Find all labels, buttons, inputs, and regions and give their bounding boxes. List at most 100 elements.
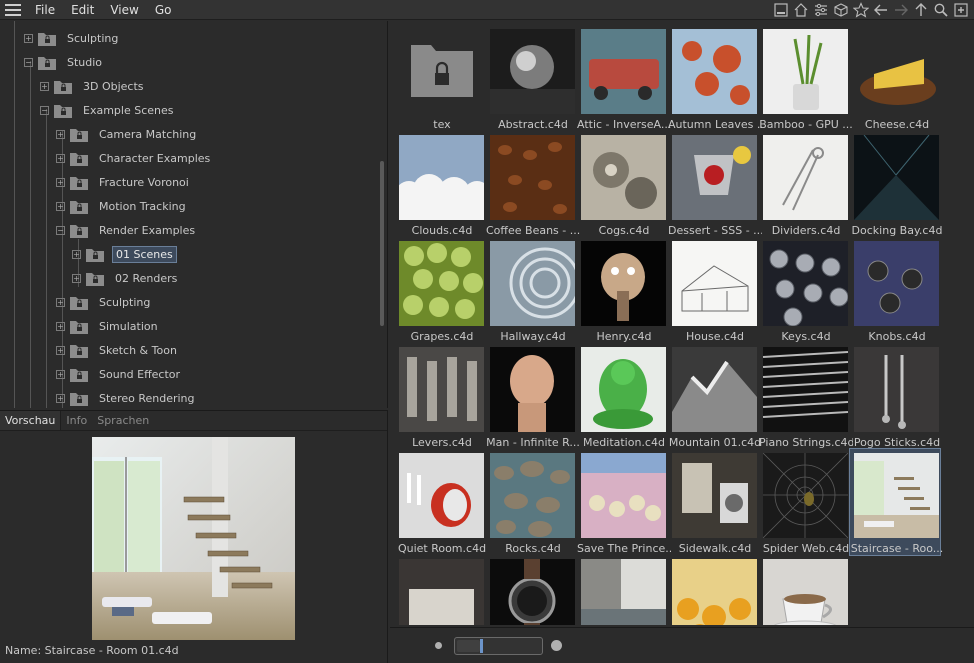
grid-asset-item[interactable]: Grapes.c4d [395,237,485,343]
tree-scroll-thumb[interactable] [380,161,384,326]
grid-asset-item[interactable] [577,555,667,625]
tree-item[interactable]: +01 Scenes [72,243,177,265]
grid-asset-item[interactable]: Knobs.c4d [850,237,940,343]
collapse-toggle-icon[interactable]: − [56,225,65,235]
zoom-slider-handle[interactable] [480,639,483,653]
grid-asset-item[interactable]: Coffee Beans - ... [486,131,580,237]
expand-toggle-icon[interactable]: + [56,201,65,211]
grid-asset-item[interactable]: Cogs.c4d [577,131,667,237]
grid-asset-item[interactable]: Quiet Room.c4d [395,449,486,555]
tree-item[interactable]: − Render Examples [56,219,198,241]
grid-asset-item[interactable]: Man - Infinite R... [486,343,580,449]
grid-asset-item[interactable]: Henry.c4d [577,237,667,343]
grid-asset-item[interactable]: Abstract.c4d [486,25,576,131]
grid-asset-item[interactable]: Cheese.c4d [850,25,940,131]
grid-asset-item[interactable]: Docking Bay.c4d [850,131,942,237]
tree-item[interactable]: + Sculpting [56,291,153,313]
forward-arrow-icon[interactable] [892,1,910,19]
asset-label: Abstract.c4d [498,118,568,131]
tree-item[interactable]: + Sound Effector [56,363,183,385]
menu-view[interactable]: View [102,0,146,20]
zoom-min-dot[interactable] [435,642,442,649]
grid-asset-item[interactable]: Autumn Leaves ... [668,25,762,131]
grid-scrollbar[interactable] [966,25,972,621]
expand-toggle-icon[interactable]: + [56,321,65,331]
back-arrow-icon[interactable] [872,1,890,19]
tree-item[interactable]: + Sculpting [24,27,121,49]
asset-label: Levers.c4d [412,436,472,449]
expand-toggle-icon[interactable]: + [56,369,65,379]
new-folder-icon[interactable] [952,1,970,19]
grid-asset-item[interactable] [486,555,576,625]
menu-edit[interactable]: Edit [63,0,102,20]
grid-asset-item[interactable]: Spider Web.c4d [759,449,849,555]
expand-toggle-icon[interactable]: + [72,273,81,283]
expand-toggle-icon[interactable]: + [56,129,65,139]
tree-item[interactable]: − Example Scenes [40,99,177,121]
tree-item[interactable]: + Motion Tracking [56,195,189,217]
star-icon[interactable] [852,1,870,19]
tree-item[interactable]: +3D Objects [40,75,147,97]
expand-toggle-icon[interactable]: + [56,393,65,403]
grid-asset-item[interactable]: Clouds.c4d [395,131,485,237]
zoom-slider[interactable] [454,637,543,655]
tab-info[interactable]: Info [61,411,92,430]
cube-icon[interactable] [832,1,850,19]
expand-toggle-icon[interactable]: + [72,249,81,259]
tree-item[interactable]: + Simulation [56,315,161,337]
menu-file[interactable]: File [27,0,63,20]
grid-asset-item[interactable]: Dessert - SSS - ... [668,131,762,237]
grid-folder-item[interactable]: tex [395,25,485,131]
grid-asset-item[interactable]: Dividers.c4d [759,131,849,237]
home-icon[interactable] [792,1,810,19]
asset-grid-panel[interactable]: tex Abstract.c4d Attic - InverseA... Autumn… [390,21,974,625]
tree-item[interactable]: + Stereo Rendering [56,387,198,408]
grid-asset-item[interactable]: Pogo Sticks.c4d [850,343,940,449]
grid-asset-item[interactable]: Save The Prince... [577,449,671,555]
asset-thumbnail [854,135,939,220]
expand-toggle-icon[interactable]: + [56,177,65,187]
hamburger-menu-icon[interactable] [5,3,21,16]
grid-asset-item[interactable]: Levers.c4d [395,343,485,449]
collapse-toggle-icon[interactable]: − [40,105,49,115]
grid-asset-item[interactable]: Attic - InverseA... [577,25,671,131]
grid-asset-item[interactable]: Hallway.c4d [486,237,576,343]
grid-asset-item[interactable]: Sidewalk.c4d [668,449,758,555]
grid-asset-item[interactable]: Staircase - Roo... [849,448,943,556]
folder-tree-panel[interactable]: + Sculpting − Studio +3D Objects − Example Sce… [0,21,388,408]
expand-toggle-icon[interactable]: + [56,153,65,163]
grid-asset-item[interactable] [668,555,758,625]
grid-asset-item[interactable]: Keys.c4d [759,237,849,343]
minimize-panel-icon[interactable] [772,1,790,19]
tree-item[interactable]: + Sketch & Toon [56,339,180,361]
expand-toggle-icon[interactable]: + [56,345,65,355]
asset-label: Quiet Room.c4d [397,542,487,555]
asset-label: Bamboo - GPU ... [759,118,853,131]
menu-go[interactable]: Go [147,0,180,20]
zoom-max-dot[interactable] [551,640,562,651]
expand-toggle-icon[interactable]: + [40,81,49,91]
grid-asset-item[interactable]: Piano Strings.c4d [759,343,853,449]
tree-scrollbar[interactable] [379,41,385,401]
tree-item[interactable]: +02 Renders [72,267,180,289]
grid-asset-item[interactable] [395,555,485,625]
tree-item[interactable]: + Character Examples [56,147,213,169]
grid-asset-item[interactable] [759,555,849,625]
collapse-toggle-icon[interactable]: − [24,57,33,67]
filter-icon[interactable] [812,1,830,19]
grid-asset-item[interactable]: Meditation.c4d [577,343,667,449]
tree-item[interactable]: − Studio [24,51,105,73]
expand-toggle-icon[interactable]: + [24,33,33,43]
tab-sprachen[interactable]: Sprachen [92,411,154,430]
grid-asset-item[interactable]: Bamboo - GPU ... [759,25,853,131]
grid-asset-item[interactable]: Mountain 01.c4d [668,343,761,449]
asset-label: Henry.c4d [596,330,652,343]
expand-toggle-icon[interactable]: + [56,297,65,307]
grid-asset-item[interactable]: House.c4d [668,237,758,343]
up-arrow-icon[interactable] [912,1,930,19]
tab-vorschau[interactable]: Vorschau [0,411,62,430]
search-icon[interactable] [932,1,950,19]
grid-asset-item[interactable]: Rocks.c4d [486,449,576,555]
tree-item[interactable]: + Fracture Voronoi [56,171,192,193]
tree-item[interactable]: + Camera Matching [56,123,199,145]
